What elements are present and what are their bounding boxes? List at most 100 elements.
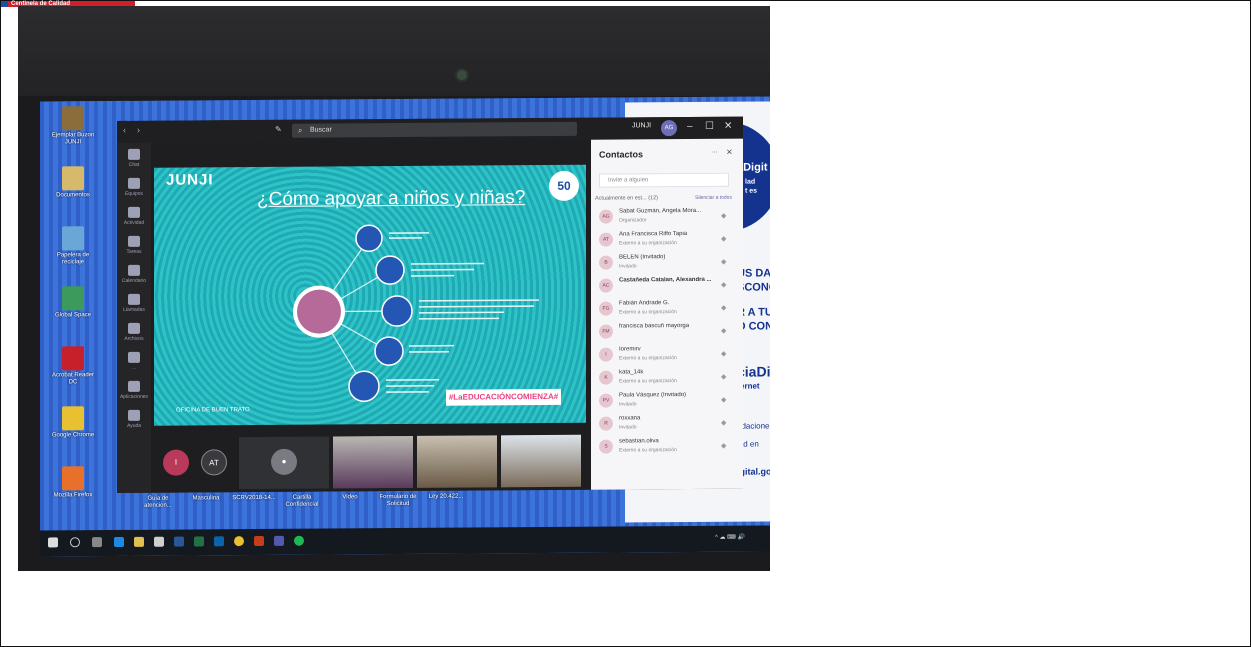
mic-off-icon[interactable]: ◆: [721, 396, 726, 404]
contact-role: Invitado: [619, 263, 637, 270]
desktop-icon-label[interactable]: Video: [327, 494, 373, 501]
desktop-icon-label[interactable]: Cartilla Confidencial: [279, 495, 325, 509]
rail-item[interactable]: Equipos: [117, 177, 151, 197]
avatar[interactable]: AG: [661, 120, 677, 137]
search-icon[interactable]: [70, 537, 80, 548]
close-icon[interactable]: ✕: [726, 148, 733, 157]
mic-off-icon[interactable]: ◆: [721, 235, 726, 243]
rail-label: Equipos: [124, 190, 144, 197]
avatar: AC: [599, 278, 613, 293]
user-name[interactable]: JUNJI: [632, 122, 651, 129]
contact-row[interactable]: FM francisca bascuñ mayorga ◆: [591, 320, 743, 344]
participant-tile[interactable]: ●: [239, 436, 329, 490]
taskbar: ^ ☁ ⌨ 🔊: [40, 525, 770, 557]
desktop-icon[interactable]: Global Space: [50, 286, 96, 319]
powerpoint-icon[interactable]: [254, 535, 264, 547]
file-icon: [62, 166, 84, 191]
task-view-icon[interactable]: [92, 537, 102, 548]
desktop-icon-label[interactable]: Guia de atencion...: [135, 496, 181, 510]
word-icon[interactable]: [174, 536, 184, 547]
edge-icon[interactable]: [114, 536, 124, 548]
mic-off-icon[interactable]: ◆: [721, 212, 726, 220]
spotify-icon[interactable]: [294, 535, 304, 546]
desktop-icon-label: Papelera de reciclaje: [56, 252, 90, 266]
mic-off-icon[interactable]: ◆: [721, 350, 726, 358]
desktop-icon-label[interactable]: Ley 20.422...: [423, 494, 469, 501]
rail-item[interactable]: Actividad: [117, 206, 151, 226]
contact-row[interactable]: Ssebastian.oliva Externo a su organizació…: [591, 435, 743, 459]
panel-text: t es: [745, 187, 758, 195]
mic-off-icon[interactable]: ◆: [721, 373, 726, 381]
contact-row[interactable]: PV Paula Vásquez (Invitado) Invitado ◆: [591, 389, 743, 413]
desktop-icon[interactable]: Acrobat Reader DC: [50, 346, 96, 386]
desktop-icon[interactable]: Google Chrome: [50, 406, 96, 439]
desktop-icon-label[interactable]: SCRV2018-14...: [231, 495, 277, 502]
rail-item[interactable]: Archivos: [117, 322, 151, 342]
teams-icon[interactable]: [274, 535, 284, 546]
desktop-icon-label[interactable]: Formulario de Solicitud: [375, 494, 421, 508]
compose-icon[interactable]: ✎: [275, 125, 282, 134]
mic-off-icon[interactable]: ◆: [721, 258, 726, 266]
minimize-button[interactable]: –: [687, 121, 693, 132]
contact-name: Castañeda Catalan, Alexandra ...: [619, 276, 712, 284]
rail-label: Archivos: [124, 335, 144, 342]
invite-input[interactable]: Invite a alguien: [599, 172, 729, 188]
panel-text: lad: [745, 178, 756, 186]
mic-off-icon[interactable]: ◆: [721, 442, 726, 450]
contact-row[interactable]: Rroxxana Invitado ◆: [591, 412, 743, 436]
rail-icon: [128, 322, 140, 334]
rail-icon: [128, 264, 140, 276]
participant-avatar[interactable]: I: [163, 449, 189, 476]
desktop-icon[interactable]: Mozilla Firefox: [50, 466, 96, 499]
maximize-button[interactable]: ☐: [705, 121, 714, 132]
contact-row[interactable]: B BELEN (Invitado) Invitado ◆: [591, 251, 743, 275]
participant-video[interactable]: [333, 435, 413, 489]
desktop-icon[interactable]: Papelera de reciclaje: [50, 226, 96, 266]
excel-icon[interactable]: [194, 536, 204, 547]
rail-item[interactable]: Ayuda: [117, 409, 151, 429]
mic-off-icon[interactable]: ◆: [721, 281, 726, 289]
contact-row[interactable]: AC Castañeda Catalan, Alexandra ... ◆: [591, 274, 743, 298]
avatar: AT: [599, 232, 613, 247]
contact-row[interactable]: Kkata_14k Externo a su organización ◆: [591, 366, 743, 390]
rail-icon: [128, 351, 140, 363]
mic-off-icon[interactable]: ◆: [721, 304, 726, 312]
contacts-title: Contactos: [599, 149, 644, 160]
rail-item[interactable]: Llamadas: [117, 293, 151, 313]
contact-name: roxxana: [619, 415, 641, 422]
system-tray[interactable]: ^ ☁ ⌨ 🔊: [715, 534, 745, 541]
mic-off-icon[interactable]: ◆: [721, 419, 726, 427]
participant-avatar[interactable]: AT: [201, 449, 227, 476]
rail-item[interactable]: Aplicaciones: [117, 380, 151, 400]
close-button[interactable]: ✕: [724, 121, 732, 132]
avatar: R: [599, 416, 613, 431]
rail-label: Tareas: [126, 248, 142, 255]
section-header[interactable]: Actualmente en est... (12): [595, 195, 658, 201]
desktop-icon-label[interactable]: Masculina: [183, 495, 229, 502]
contact-row[interactable]: AG Sabat Guzmán, Angela Mora... Organizado…: [591, 205, 743, 229]
mute-all-button[interactable]: Silenciar a todos: [695, 195, 732, 201]
desktop-icon[interactable]: Documentos: [50, 166, 96, 199]
start-icon[interactable]: [48, 537, 58, 548]
chrome-icon[interactable]: [234, 536, 244, 547]
desktop-icon[interactable]: Ejemplar Buzon JUNJI: [50, 106, 96, 146]
file-icon: [62, 406, 84, 431]
search-input[interactable]: ⌕ Buscar: [292, 121, 577, 138]
back-icon[interactable]: ‹: [123, 125, 126, 135]
rail-item[interactable]: Tareas: [117, 235, 151, 255]
store-icon[interactable]: [154, 536, 164, 547]
rail-item[interactable]: ...: [117, 351, 151, 371]
file-explorer-icon[interactable]: [134, 536, 144, 547]
contact-row[interactable]: AT Ana Francisca Riffo Tapia Externo a su …: [591, 228, 743, 252]
more-icon[interactable]: ···: [711, 149, 718, 156]
participant-video[interactable]: [417, 435, 497, 488]
contact-row[interactable]: FG Fabián Andrade G. Externo a su organiza…: [591, 297, 743, 321]
forward-icon[interactable]: ›: [137, 125, 140, 135]
rail-item[interactable]: Calendario: [117, 264, 151, 284]
laptop-bezel: [18, 6, 770, 96]
mic-off-icon[interactable]: ◆: [721, 327, 726, 335]
contact-row[interactable]: I Ioremirv Externo a su organización ◆: [591, 343, 743, 367]
outlook-icon[interactable]: [214, 536, 224, 547]
rail-item[interactable]: Chat: [117, 148, 151, 168]
participant-video[interactable]: [501, 434, 581, 488]
